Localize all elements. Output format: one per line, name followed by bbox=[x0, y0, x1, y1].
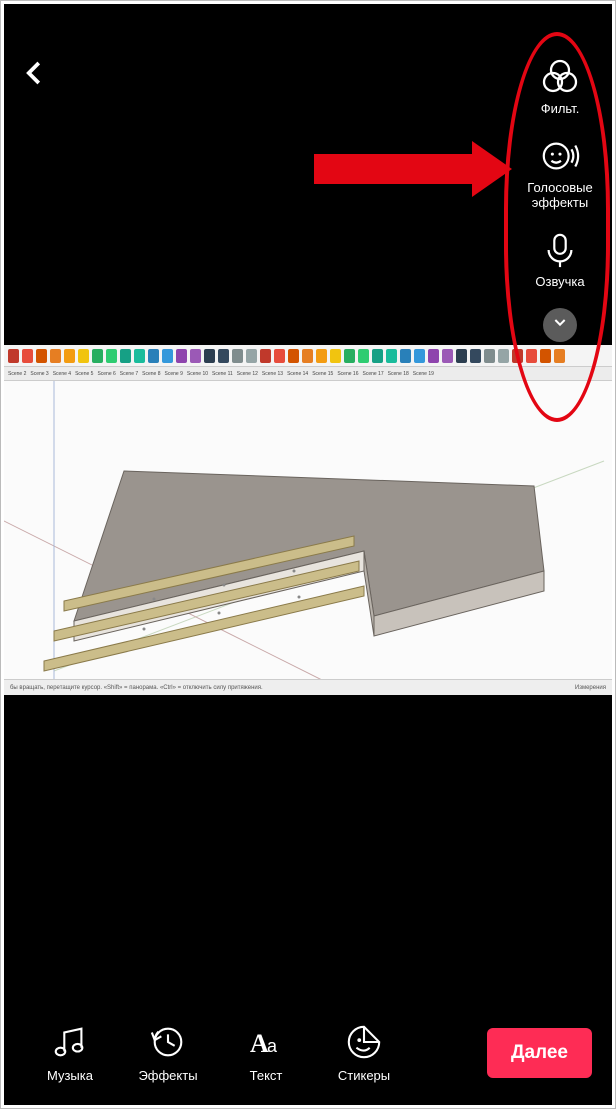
stickers-button[interactable]: Стикеры bbox=[318, 1022, 410, 1083]
chevron-down-icon bbox=[552, 314, 568, 335]
scene-tab: Scene 12 bbox=[237, 371, 258, 377]
scene-tab: Scene 18 bbox=[388, 371, 409, 377]
scene-tab: Scene 17 bbox=[362, 371, 383, 377]
next-button[interactable]: Далее bbox=[487, 1028, 592, 1078]
toolbar-button bbox=[8, 349, 19, 363]
scene-tab: Scene 11 bbox=[212, 371, 233, 377]
toolbar-button bbox=[36, 349, 47, 363]
voiceover-label: Озвучка bbox=[535, 275, 584, 290]
toolbar-button bbox=[414, 349, 425, 363]
toolbar-button bbox=[470, 349, 481, 363]
toolbar-button bbox=[442, 349, 453, 363]
toolbar-button bbox=[134, 349, 145, 363]
toolbar-button bbox=[456, 349, 467, 363]
voiceover-button[interactable]: Озвучка bbox=[535, 229, 584, 290]
scene-tab: Scene 15 bbox=[312, 371, 333, 377]
sticker-icon bbox=[344, 1022, 384, 1062]
toolbar-button bbox=[400, 349, 411, 363]
microphone-icon bbox=[539, 229, 581, 271]
toolbar-button bbox=[190, 349, 201, 363]
toolbar-button bbox=[386, 349, 397, 363]
clock-icon bbox=[148, 1022, 188, 1062]
scene-tabs: Scene 2 Scene 3 Scene 4 Scene 5 Scene 6 Scene… bbox=[4, 367, 612, 381]
text-button[interactable]: A a Текст bbox=[220, 1022, 312, 1083]
toolbar-button bbox=[498, 349, 509, 363]
voice-effects-button[interactable]: Голосовые эффекты bbox=[510, 135, 610, 211]
toolbar-button bbox=[218, 349, 229, 363]
toolbar-button bbox=[246, 349, 257, 363]
scene-tab: Scene 7 bbox=[120, 371, 138, 377]
toolbar-button bbox=[316, 349, 327, 363]
toolbar-button bbox=[148, 349, 159, 363]
scene-tab: Scene 13 bbox=[262, 371, 283, 377]
sketchup-toolbar bbox=[4, 345, 612, 367]
filters-button[interactable]: Фильт. bbox=[539, 56, 581, 117]
toolbar-button bbox=[274, 349, 285, 363]
effects-button[interactable]: Эффекты bbox=[122, 1022, 214, 1083]
next-label: Далее bbox=[511, 1042, 568, 1063]
toolbar-button bbox=[106, 349, 117, 363]
bottom-toolbar: Музыка Эффекты A a bbox=[4, 1022, 612, 1083]
toolbar-button bbox=[344, 349, 355, 363]
scene-tab: Scene 5 bbox=[75, 371, 93, 377]
scene-tab: Scene 19 bbox=[413, 371, 434, 377]
status-right: Измерения bbox=[575, 685, 606, 691]
scene-tab: Scene 10 bbox=[187, 371, 208, 377]
toolbar-button bbox=[232, 349, 243, 363]
sketchup-viewport bbox=[4, 381, 612, 679]
filters-icon bbox=[539, 56, 581, 98]
toolbar-button bbox=[358, 349, 369, 363]
toolbar-button bbox=[302, 349, 313, 363]
scene-tab: Scene 16 bbox=[337, 371, 358, 377]
scene-tab: Scene 6 bbox=[97, 371, 115, 377]
toolbar-button bbox=[512, 349, 523, 363]
toolbar-button bbox=[288, 349, 299, 363]
music-label: Музыка bbox=[47, 1068, 93, 1083]
scene-tab: Scene 9 bbox=[165, 371, 183, 377]
toolbar-button bbox=[120, 349, 131, 363]
toolbar-button bbox=[554, 349, 565, 363]
toolbar-button bbox=[330, 349, 341, 363]
video-preview: Scene 2 Scene 3 Scene 4 Scene 5 Scene 6 Scene… bbox=[4, 345, 612, 695]
toolbar-button bbox=[64, 349, 75, 363]
music-icon bbox=[50, 1022, 90, 1062]
toolbar-button bbox=[484, 349, 495, 363]
text-label: Текст bbox=[250, 1068, 283, 1083]
toolbar-button bbox=[526, 349, 537, 363]
toolbar-button bbox=[204, 349, 215, 363]
back-button[interactable] bbox=[20, 58, 50, 93]
toolbar-button bbox=[372, 349, 383, 363]
toolbar-button bbox=[176, 349, 187, 363]
toolbar-button bbox=[260, 349, 271, 363]
scene-tab: Scene 4 bbox=[53, 371, 71, 377]
sketchup-statusbar: бы вращать, перетащите курсор. «Shift» =… bbox=[4, 679, 612, 695]
scene-tab: Scene 8 bbox=[142, 371, 160, 377]
scene-tab: Scene 2 bbox=[8, 371, 26, 377]
filters-label: Фильт. bbox=[541, 102, 580, 117]
toolbar-button bbox=[78, 349, 89, 363]
toolbar-button bbox=[540, 349, 551, 363]
scene-tab: Scene 3 bbox=[30, 371, 48, 377]
scene-tab: Scene 14 bbox=[287, 371, 308, 377]
expand-button[interactable] bbox=[543, 308, 577, 342]
toolbar-button bbox=[22, 349, 33, 363]
status-left: бы вращать, перетащите курсор. «Shift» =… bbox=[10, 685, 263, 691]
effects-label: Эффекты bbox=[138, 1068, 197, 1083]
text-icon: A a bbox=[246, 1022, 286, 1062]
stickers-label: Стикеры bbox=[338, 1068, 390, 1083]
toolbar-button bbox=[50, 349, 61, 363]
svg-text:a: a bbox=[267, 1036, 278, 1056]
toolbar-button bbox=[428, 349, 439, 363]
toolbar-button bbox=[162, 349, 173, 363]
toolbar-button bbox=[92, 349, 103, 363]
voice-effects-label: Голосовые эффекты bbox=[510, 181, 610, 211]
video-editor-screen: Фильт. Голосовые эффекты bbox=[4, 4, 612, 1105]
annotation-arrow bbox=[314, 154, 474, 184]
music-button[interactable]: Музыка bbox=[24, 1022, 116, 1083]
voice-effects-icon bbox=[539, 135, 581, 177]
right-sidebar: Фильт. Голосовые эффекты bbox=[510, 56, 610, 342]
